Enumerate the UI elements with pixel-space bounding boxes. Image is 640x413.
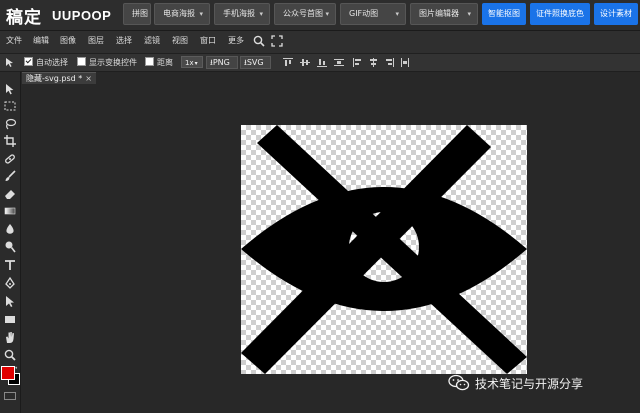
close-tab-icon[interactable]: × xyxy=(85,73,92,85)
id-photo-background-button[interactable]: 证件照换底色 xyxy=(530,3,590,25)
nav-wechat-cover-label: 公众号首图 xyxy=(283,9,323,18)
zoom-select[interactable]: 1x▾ xyxy=(181,56,203,68)
move-arrow-icon xyxy=(6,58,13,67)
auto-select-label: 自动选择 xyxy=(36,58,68,67)
chevron-down-icon: ▾ xyxy=(199,10,203,18)
move-tool-icon[interactable] xyxy=(3,82,17,96)
zoom-tool-icon[interactable] xyxy=(3,348,17,362)
path-select-icon[interactable] xyxy=(3,294,17,308)
shape-tool-icon[interactable] xyxy=(3,312,17,326)
distribute-horizontal-icon[interactable] xyxy=(400,58,410,67)
dodge-tool-icon[interactable] xyxy=(3,240,17,254)
chevron-down-icon: ▾ xyxy=(259,10,263,18)
distance-label: 距离 xyxy=(157,58,173,67)
pen-tool-icon[interactable] xyxy=(3,276,17,290)
chevron-down-icon: ▾ xyxy=(395,10,399,18)
auto-select-option[interactable]: 自动选择 xyxy=(24,57,68,68)
brand-name-en: UUPOOP xyxy=(52,7,112,23)
menu-view[interactable]: 视图 xyxy=(172,35,188,46)
brand-name-cn: 稿定 xyxy=(6,7,42,28)
lasso-tool-icon[interactable] xyxy=(3,117,17,131)
nav-image-editor-button[interactable]: 图片编辑器 ▾ xyxy=(410,3,478,25)
watermark-text: 技术笔记与开源分享 xyxy=(475,376,584,391)
blur-tool-icon[interactable] xyxy=(3,222,17,236)
menu-window[interactable]: 窗口 xyxy=(200,35,216,46)
watermark: 技术笔记与开源分享 xyxy=(448,372,583,394)
nav-gif-button[interactable]: GIF动图 ▾ xyxy=(340,3,406,25)
top-bar: 稿定 UUPOOP 拼图 电商海报 ▾ 手机海报 ▾ 公众号首图 ▾ GIF动图 ▾ 图… xyxy=(0,0,640,31)
tools-panel: ↱ xyxy=(0,72,21,413)
brush-tool-icon[interactable] xyxy=(3,169,17,183)
marquee-tool-icon[interactable] xyxy=(3,99,17,113)
show-transform-checkbox[interactable] xyxy=(77,57,86,66)
export-svg-button[interactable]: ⭳SVG xyxy=(240,56,271,69)
menu-bar: 文件 编辑 图像 图层 选择 滤镜 视图 窗口 更多 xyxy=(0,31,640,54)
menu-image[interactable]: 图像 xyxy=(60,35,76,46)
distribute-vertical-icon[interactable] xyxy=(334,58,344,67)
document-tab[interactable]: 隐藏-svg.psd * × xyxy=(22,72,96,84)
fullscreen-icon[interactable] xyxy=(270,34,284,48)
nav-image-editor-label: 图片编辑器 xyxy=(419,9,459,18)
nav-gif-label: GIF动图 xyxy=(349,9,379,18)
search-icon[interactable] xyxy=(252,34,266,48)
export-png-button[interactable]: ⭳PNG xyxy=(206,56,238,69)
menu-select[interactable]: 选择 xyxy=(116,35,132,46)
align-bottom-icon[interactable] xyxy=(317,58,327,67)
design-assets-button[interactable]: 设计素材 xyxy=(594,3,638,25)
align-right-icon[interactable] xyxy=(384,58,394,67)
nav-collage-label: 拼图 xyxy=(132,9,148,18)
nav-mobile-poster-label: 手机海报 xyxy=(223,9,255,18)
eye-slash-graphic[interactable] xyxy=(241,125,527,374)
menu-filter[interactable]: 滤镜 xyxy=(144,35,160,46)
zoom-value: 1x xyxy=(185,59,194,67)
crop-tool-icon[interactable] xyxy=(3,134,17,148)
menu-file[interactable]: 文件 xyxy=(6,35,22,46)
document-canvas[interactable] xyxy=(241,125,527,374)
auto-select-checkbox[interactable] xyxy=(24,57,33,66)
nav-collage-button[interactable]: 拼图 xyxy=(123,3,151,25)
export-svg-label: SVG xyxy=(246,58,264,67)
menu-edit[interactable]: 编辑 xyxy=(33,35,49,46)
chevron-down-icon: ▾ xyxy=(325,10,329,18)
nav-ecommerce-poster-button[interactable]: 电商海报 ▾ xyxy=(154,3,210,25)
align-left-icon[interactable] xyxy=(353,58,363,67)
align-horizontal-center-icon[interactable] xyxy=(369,58,379,67)
smart-cutout-button[interactable]: 智能抠图 xyxy=(482,3,526,25)
nav-mobile-poster-button[interactable]: 手机海报 ▾ xyxy=(214,3,270,25)
wechat-icon xyxy=(448,374,470,391)
distance-option[interactable]: 距离 xyxy=(145,57,173,68)
chevron-down-icon: ▾ xyxy=(467,10,471,18)
export-png-label: PNG xyxy=(212,58,230,67)
gradient-tool-icon[interactable] xyxy=(3,204,17,218)
document-tab-title: 隐藏-svg.psd * xyxy=(26,74,83,83)
show-transform-label: 显示变换控件 xyxy=(89,58,137,67)
panel-toggle-icon[interactable] xyxy=(4,392,16,400)
nav-wechat-cover-button[interactable]: 公众号首图 ▾ xyxy=(274,3,336,25)
show-transform-option[interactable]: 显示变换控件 xyxy=(77,57,137,68)
menu-more[interactable]: 更多 xyxy=(228,35,244,46)
eraser-tool-icon[interactable] xyxy=(3,187,17,201)
healing-brush-icon[interactable] xyxy=(3,152,17,166)
chevron-down-icon: ▾ xyxy=(194,60,198,67)
hand-tool-icon[interactable] xyxy=(3,330,17,344)
foreground-color-swatch[interactable] xyxy=(1,366,15,380)
align-top-icon[interactable] xyxy=(283,58,293,67)
menu-layer[interactable]: 图层 xyxy=(88,35,104,46)
brand-logo[interactable]: 稿定 UUPOOP xyxy=(6,2,111,28)
options-bar: 自动选择 显示变换控件 距离 1x▾ ⭳PNG ⭳SVG xyxy=(0,54,640,72)
type-tool-icon[interactable] xyxy=(3,258,17,272)
nav-ecommerce-poster-label: 电商海报 xyxy=(163,9,195,18)
distance-checkbox[interactable] xyxy=(145,57,154,66)
align-vertical-center-icon[interactable] xyxy=(300,58,310,67)
